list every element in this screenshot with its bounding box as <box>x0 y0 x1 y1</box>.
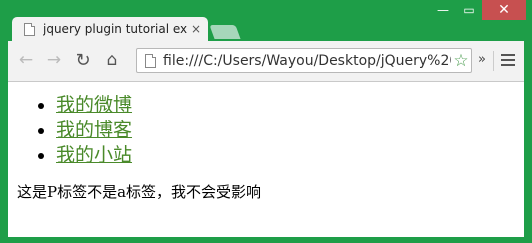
window-controls: — ▭ ✕ <box>430 0 526 20</box>
page-content: 我的微博 我的博客 我的小站 这是P标签不是a标签，我不会受影响 <box>8 82 524 237</box>
list-item: 我的小站 <box>56 143 132 168</box>
tab-close-icon[interactable]: × <box>191 22 201 36</box>
bookmark-star-icon[interactable]: ☆ <box>451 51 471 71</box>
url-text[interactable]: file:///C:/Users/Wayou/Desktop/jQuery%20… <box>163 53 451 69</box>
forward-icon[interactable]: → <box>45 50 63 70</box>
new-tab-button[interactable] <box>209 25 241 39</box>
list-item: 我的博客 <box>56 118 132 143</box>
reload-icon[interactable]: ↻ <box>74 50 92 71</box>
toolbar-divider <box>493 51 494 71</box>
link-list: 我的微博 我的博客 我的小站 <box>56 93 132 168</box>
back-icon[interactable]: ← <box>17 50 35 70</box>
file-icon <box>145 53 156 68</box>
site-link[interactable]: 我的小站 <box>56 144 132 166</box>
browser-toolbar: ← → ↻ ⌂ file:///C:/Users/Wayou/Desktop/j… <box>8 41 524 82</box>
browser-tab[interactable]: jquery plugin tutorial examples × <box>12 17 208 41</box>
menu-icon[interactable] <box>501 51 515 71</box>
tab-title: jquery plugin tutorial examples <box>43 22 187 36</box>
list-item: 我的微博 <box>56 93 132 118</box>
maximize-button[interactable]: ▭ <box>456 0 482 20</box>
weibo-link[interactable]: 我的微博 <box>56 94 132 116</box>
page-icon <box>24 22 35 36</box>
address-bar[interactable]: file:///C:/Users/Wayou/Desktop/jQuery%20… <box>136 48 472 73</box>
minimize-button[interactable]: — <box>430 0 456 20</box>
close-window-button[interactable]: ✕ <box>482 0 526 20</box>
paragraph: 这是P标签不是a标签，我不会受影响 <box>17 183 262 201</box>
extensions-overflow-icon[interactable]: » <box>478 52 486 67</box>
blog-link[interactable]: 我的博客 <box>56 119 132 141</box>
home-icon[interactable]: ⌂ <box>103 50 121 70</box>
